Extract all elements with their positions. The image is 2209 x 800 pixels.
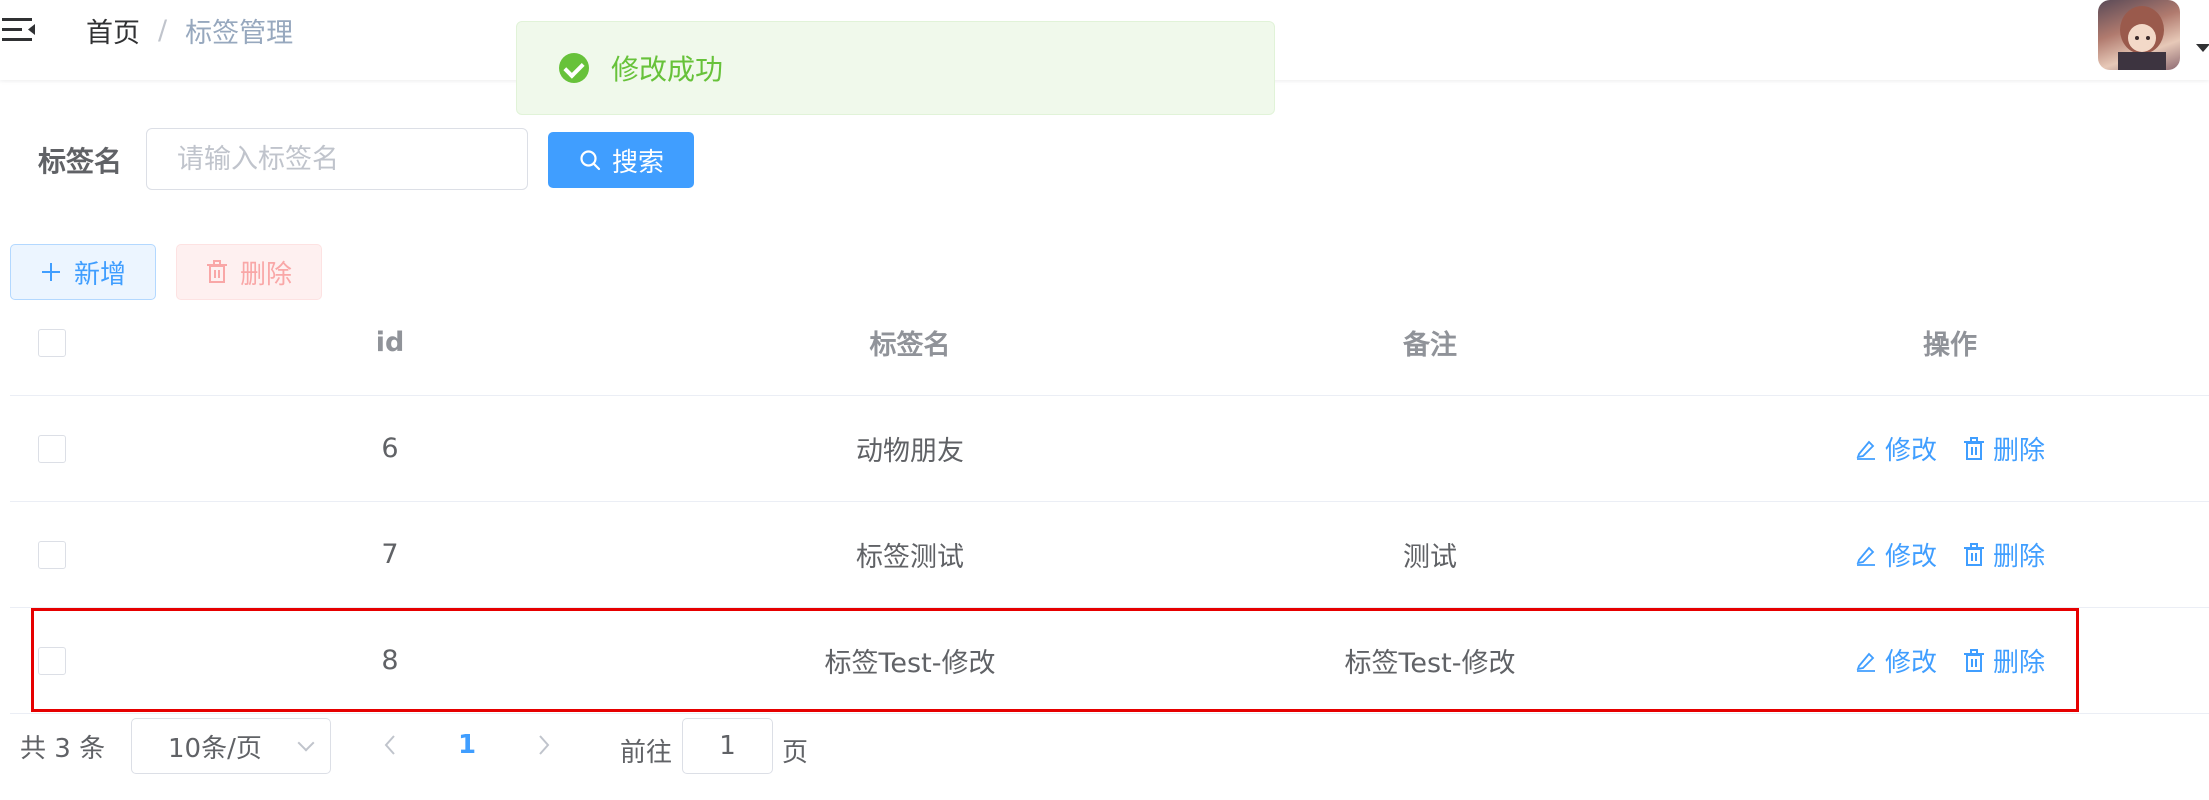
column-header-id: id [375,327,405,358]
edit-pencil-icon [1856,440,1875,460]
delete-button[interactable]: 删除 [1963,642,2045,679]
user-dropdown-caret-icon[interactable] [2196,44,2209,52]
cell-id: 6 [381,433,399,464]
table-row: 8 标签Test-修改 标签Test-修改 修改 删除 [10,608,2209,714]
avatar-image-icon [2118,6,2166,70]
edit-button[interactable]: 修改 [1855,430,1937,467]
search-button[interactable]: 搜索 [548,132,694,188]
prev-page-chevron-icon[interactable] [382,732,398,758]
cell-note: 标签Test-修改 [1344,648,1516,679]
breadcrumb-current: 标签管理 [185,17,294,49]
delete-button-label: 删除 [1993,648,2046,678]
edit-pencil-icon [1856,546,1875,566]
cell-actions: 修改 删除 [1690,396,2209,501]
delete-button-label: 删除 [1993,542,2046,572]
row-checkbox[interactable] [38,434,66,463]
plus-icon [41,263,60,281]
tag-name-search-input[interactable] [146,128,528,190]
breadcrumb: 首页 / 标签管理 [86,11,294,50]
header-checkbox-cell [32,290,72,395]
delete-button-label: 删除 [1993,436,2046,466]
toast-message: 修改成功 [611,53,724,86]
row-checkbox-cell [32,608,72,713]
chevron-down-icon [297,734,315,752]
edit-button-label: 修改 [1884,648,1937,678]
column-header-actions: 操作 [1923,330,1977,361]
row-actions: 修改 删除 [1855,642,2045,679]
row-actions: 修改 删除 [1855,430,2045,467]
trash-icon [206,260,227,283]
pagination-total: 共 3 条 [20,733,106,764]
user-avatar[interactable] [2098,0,2180,70]
cell-actions: 修改 删除 [1690,502,2209,607]
next-page-chevron-icon[interactable] [536,732,552,758]
hamburger-menu-icon[interactable] [2,12,38,48]
cell-name: 标签Test-修改 [824,648,996,679]
edit-button[interactable]: 修改 [1855,642,1937,679]
success-message-toast: 修改成功 [516,21,1275,115]
bulk-delete-button-label: 删除 [239,259,292,290]
cell-id: 8 [381,645,399,676]
search-icon [580,150,601,171]
goto-page-input[interactable] [682,718,773,774]
breadcrumb-separator: / [158,14,168,46]
table-header-row: id 标签名 备注 操作 [10,290,2209,396]
delete-button[interactable]: 删除 [1963,430,2045,467]
column-header-name: 标签名 [869,330,951,361]
success-check-icon [559,53,589,83]
table-row: 6 动物朋友 修改 删除 [10,396,2209,502]
search-button-label: 搜索 [611,147,664,178]
row-checkbox-cell [32,502,72,607]
edit-button-label: 修改 [1884,436,1937,466]
column-header-note: 备注 [1403,330,1457,361]
goto-label: 前往 [620,738,673,768]
edit-pencil-icon [1856,652,1875,672]
delete-button[interactable]: 删除 [1963,536,2045,573]
cell-id: 7 [381,539,399,570]
search-label: 标签名 [38,145,123,178]
row-checkbox[interactable] [38,540,66,569]
row-checkbox-cell [32,396,72,501]
cell-name: 标签测试 [856,542,964,573]
table-row: 7 标签测试 测试 修改 删除 [10,502,2209,608]
row-actions: 修改 删除 [1855,536,2045,573]
edit-button[interactable]: 修改 [1855,536,1937,573]
trash-icon [1964,542,1984,566]
cell-note [1170,396,1690,501]
trash-icon [1964,436,1984,460]
breadcrumb-home-link[interactable]: 首页 [86,11,140,50]
page-size-value: 10条/页 [168,733,262,764]
page-size-select[interactable]: 10条/页 [131,718,331,774]
add-button-label: 新增 [73,259,126,290]
trash-icon [1964,648,1984,672]
cell-note: 测试 [1403,542,1457,573]
row-checkbox[interactable] [38,646,66,675]
select-all-checkbox[interactable] [38,328,66,357]
page-number-current[interactable]: 1 [458,730,476,760]
cell-actions: 修改 删除 [1690,608,2209,713]
goto-page-suffix: 页 [782,738,809,768]
edit-button-label: 修改 [1884,542,1937,572]
cell-name: 动物朋友 [856,436,964,467]
